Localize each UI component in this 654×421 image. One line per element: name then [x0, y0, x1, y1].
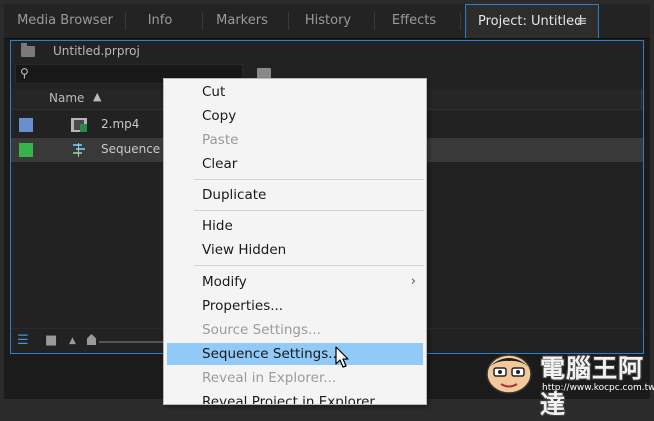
menu-item-cut[interactable]: Cut: [164, 81, 426, 103]
menu-item-clear[interactable]: Clear: [164, 153, 426, 175]
menu-item-modify[interactable]: Modify ›: [164, 271, 426, 293]
icon-view-icon[interactable]: ■: [45, 333, 57, 348]
tab-info[interactable]: Info: [130, 4, 190, 38]
panel-menu-icon[interactable]: ≡: [570, 5, 594, 39]
menu-item-modify-label: Modify: [202, 274, 247, 290]
menu-item-properties[interactable]: Properties...: [164, 295, 426, 317]
video-clip-icon: [71, 118, 87, 132]
project-file-row: Untitled.prproj: [11, 41, 643, 63]
tab-history[interactable]: History: [294, 4, 362, 38]
menu-separator: [194, 265, 424, 266]
menu-item-paste: Paste: [202, 132, 239, 148]
context-menu: Cut Copy Paste Clear Duplicate Hide View…: [163, 78, 427, 405]
sort-ascending-icon: ▲: [93, 90, 102, 103]
chevron-right-icon: ›: [410, 274, 416, 289]
tab-markers[interactable]: Markers: [207, 4, 277, 38]
project-filename: Untitled.prproj: [53, 44, 140, 58]
mascot-logo-icon: [486, 354, 532, 394]
menu-item-view-hidden[interactable]: View Hidden: [164, 239, 426, 261]
mouse-pointer-icon: [335, 346, 349, 368]
sequence-icon: [73, 143, 85, 157]
folder-icon: [21, 43, 35, 57]
zoom-slider-handle[interactable]: [87, 334, 96, 345]
menu-item-sequence-settings[interactable]: Sequence Settings...: [167, 343, 423, 365]
panel-tab-bar: Media Browser Info Markers History Effec…: [4, 4, 650, 39]
label-color-swatch[interactable]: [19, 118, 33, 132]
zoom-out-icon[interactable]: ▲: [69, 336, 76, 346]
name-column-header[interactable]: Name: [49, 91, 84, 105]
menu-item-copy[interactable]: Copy: [164, 105, 426, 127]
menu-item-source-settings: Source Settings...: [202, 322, 321, 338]
tab-project[interactable]: Project: Untitled ≡: [465, 4, 599, 38]
tab-effects[interactable]: Effects: [380, 4, 448, 38]
zoom-slider-track[interactable]: [99, 341, 171, 343]
label-color-swatch[interactable]: [19, 143, 33, 157]
list-view-icon[interactable]: ☰: [17, 333, 29, 348]
menu-separator: [194, 210, 424, 211]
watermark-url: http://www.kocpc.com.tw: [542, 383, 654, 393]
menu-item-reveal-in-explorer: Reveal in Explorer...: [202, 370, 337, 386]
search-icon: ⚲: [20, 66, 29, 80]
tab-project-label: Project: Untitled: [478, 14, 583, 29]
watermark: 電腦王阿達 http://www.kocpc.com.tw: [482, 347, 654, 419]
menu-separator: [194, 179, 424, 180]
menu-item-duplicate[interactable]: Duplicate: [164, 184, 426, 206]
item-name: 2.mp4: [101, 117, 140, 131]
menu-item-hide[interactable]: Hide: [164, 215, 426, 237]
tab-media-browser[interactable]: Media Browser: [10, 4, 120, 38]
